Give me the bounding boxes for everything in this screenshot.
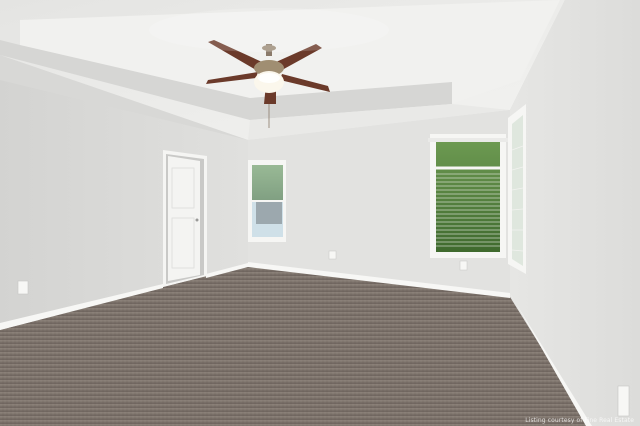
- outlet-back-wall-2: [459, 260, 468, 271]
- room-photo: [0, 0, 640, 426]
- outlet-back-wall-1: [328, 250, 337, 260]
- outlet-right-wall: [617, 385, 630, 417]
- doorway: [163, 150, 207, 287]
- window-right-wall: [508, 104, 526, 274]
- watermark-text: Listing courtesy of Fine Real Estate: [525, 417, 634, 424]
- outlet-left-wall: [17, 280, 29, 295]
- window-back-right: [428, 134, 508, 258]
- window-back-left: [248, 160, 286, 242]
- open-door: [168, 156, 200, 281]
